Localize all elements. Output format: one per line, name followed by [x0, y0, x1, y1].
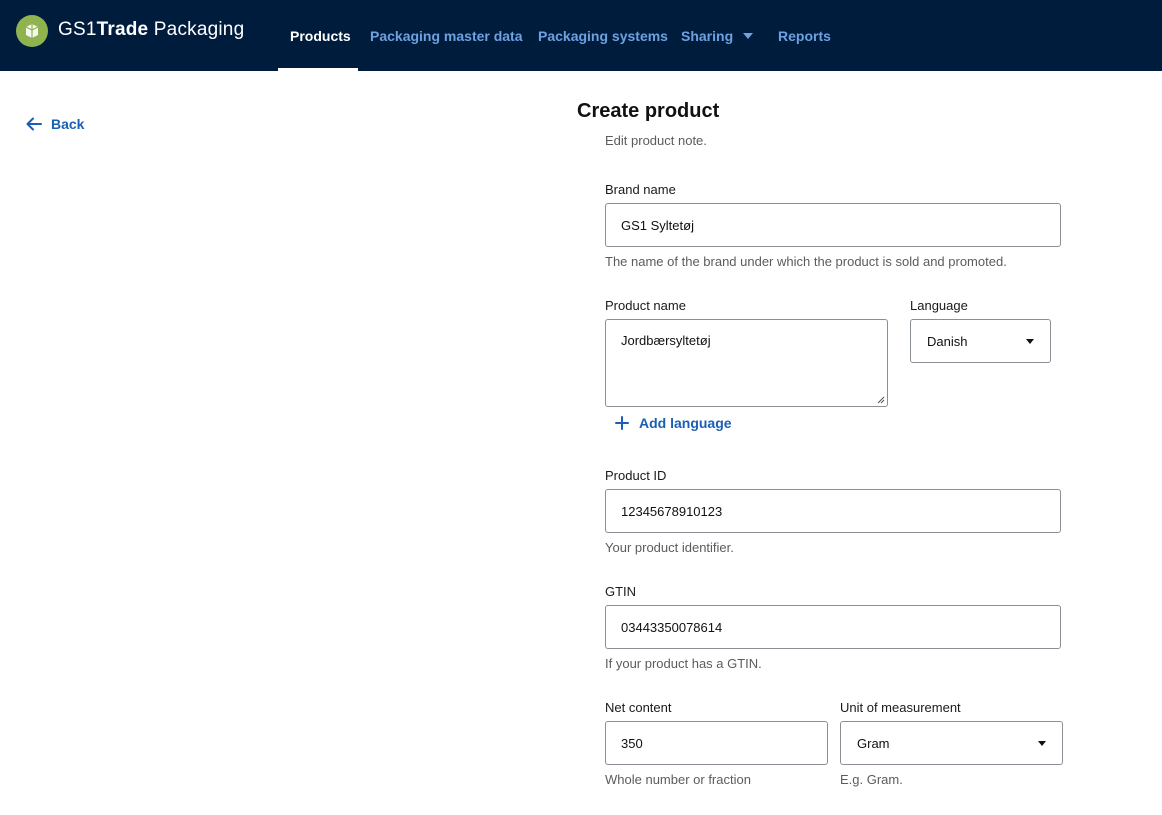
nav-item-sharing-label: Sharing	[681, 27, 734, 44]
unit-of-measurement-label: Unit of measurement	[840, 700, 961, 715]
product-name-textarea[interactable]: Jordbærsyltetøj	[605, 319, 888, 407]
add-language-label: Add language	[639, 415, 732, 431]
nav-item-products[interactable]: Products	[290, 0, 351, 71]
gtin-hint: If your product has a GTIN.	[605, 656, 762, 671]
net-content-hint: Whole number or fraction	[605, 772, 751, 787]
gtin-input[interactable]: 03443350078614	[605, 605, 1061, 649]
brand-name-input[interactable]: GS1 Syltetøj	[605, 203, 1061, 247]
package-box-icon	[25, 24, 39, 38]
product-id-input[interactable]: 12345678910123	[605, 489, 1061, 533]
caret-down-icon	[743, 32, 754, 39]
product-id-hint: Your product identifier.	[605, 540, 734, 555]
product-name-value: Jordbærsyltetøj	[621, 333, 711, 348]
product-id-label: Product ID	[605, 468, 667, 483]
language-label: Language	[910, 298, 968, 313]
resize-handle-icon[interactable]	[877, 396, 885, 404]
caret-down-icon	[1026, 339, 1034, 344]
active-nav-indicator	[278, 68, 358, 71]
gs1-logo-icon[interactable]	[16, 15, 48, 47]
language-value: Danish	[927, 333, 968, 349]
net-content-input[interactable]: 350	[605, 721, 828, 765]
caret-down-icon	[1038, 741, 1046, 746]
brand-bold: Trade	[96, 19, 149, 40]
brand-name-hint: The name of the brand under which the pr…	[605, 254, 1007, 269]
top-navigation-bar: GS1Trade Packaging Products Packaging ma…	[0, 0, 1162, 71]
nav-item-packaging-master-data[interactable]: Packaging master data	[370, 0, 523, 71]
app-brand-name[interactable]: GS1Trade Packaging	[58, 19, 244, 41]
brand-suffix: Packaging	[148, 19, 245, 40]
back-link[interactable]: Back	[26, 116, 84, 132]
nav-item-reports[interactable]: Reports	[778, 0, 831, 71]
plus-icon	[615, 416, 629, 430]
unit-of-measurement-select[interactable]: Gram	[840, 721, 1063, 765]
language-select[interactable]: Danish	[910, 319, 1051, 363]
page-subtitle: Edit product note.	[605, 133, 707, 148]
arrow-left-icon	[26, 117, 42, 131]
product-name-label: Product name	[605, 298, 686, 313]
brand-name-label: Brand name	[605, 182, 676, 197]
page-title: Create product	[577, 100, 720, 122]
back-label: Back	[51, 116, 85, 132]
net-content-label: Net content	[605, 700, 672, 715]
unit-of-measurement-hint: E.g. Gram.	[840, 772, 903, 787]
add-language-button[interactable]: Add language	[615, 415, 732, 431]
brand-prefix: GS1	[58, 19, 97, 40]
gtin-label: GTIN	[605, 584, 637, 599]
nav-item-sharing[interactable]: Sharing	[681, 0, 754, 71]
unit-of-measurement-value: Gram	[857, 735, 890, 751]
nav-item-packaging-systems[interactable]: Packaging systems	[538, 0, 668, 71]
